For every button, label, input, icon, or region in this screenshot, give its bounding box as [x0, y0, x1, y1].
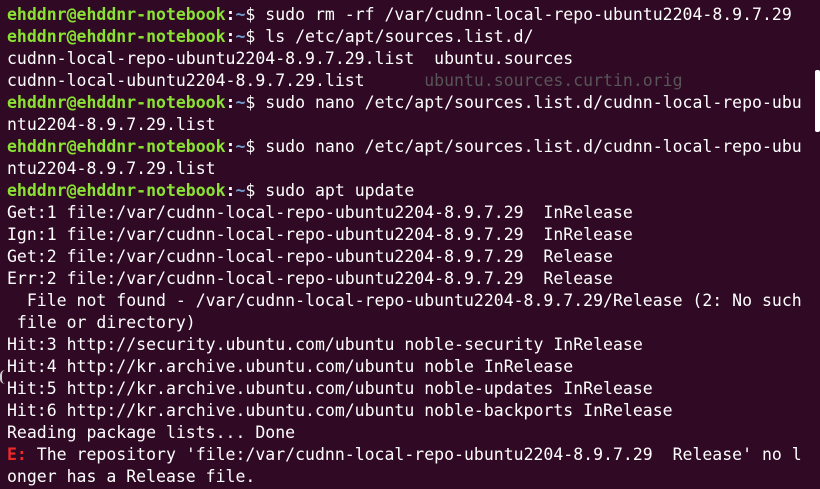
prompt-dollar: $: [245, 137, 256, 156]
error-line: E: The repository 'file:/var/cudnn-local…: [7, 444, 820, 466]
output-line: file or directory): [7, 312, 820, 334]
prompt-user-host: ehddnr@ehddnr-notebook: [7, 181, 226, 200]
terminal-output: ehddnr@ehddnr-notebook:~$ sudo rm -rf /v…: [7, 4, 820, 488]
prompt-dollar: $: [245, 5, 256, 24]
prompt-colon: :: [225, 93, 236, 112]
prompt-user-host: ehddnr@ehddnr-notebook: [7, 27, 226, 46]
prompt-line: ehddnr@ehddnr-notebook:~$ sudo apt updat…: [7, 180, 820, 202]
prompt-dollar: $: [245, 181, 256, 200]
prompt-colon: :: [225, 5, 236, 24]
output-line: Reading package lists... Done: [7, 422, 820, 444]
scrollbar[interactable]: [815, 0, 820, 489]
command-text: sudo nano /etc/apt/sources.list.d/cudnn-…: [255, 137, 802, 156]
output-line: Get:2 file:/var/cudnn-local-repo-ubuntu2…: [7, 246, 820, 268]
output-line: Hit:3 http://security.ubuntu.com/ubuntu …: [7, 334, 820, 356]
output-line: Get:1 file:/var/cudnn-local-repo-ubuntu2…: [7, 202, 820, 224]
output-line: Hit:5 http://kr.archive.ubuntu.com/ubunt…: [7, 378, 820, 400]
command-text: sudo rm -rf /var/cudnn-local-repo-ubuntu…: [255, 5, 792, 24]
output-text: Err:2 file:/var/cudnn-local-repo-ubuntu2…: [7, 269, 613, 288]
output-text: The repository 'file:/var/cudnn-local-re…: [26, 445, 802, 464]
prompt-colon: :: [225, 181, 236, 200]
output-line: Hit:4 http://kr.archive.ubuntu.com/ubunt…: [7, 356, 820, 378]
prompt-dollar: $: [245, 27, 256, 46]
output-text: Hit:4 http://kr.archive.ubuntu.com/ubunt…: [7, 357, 574, 376]
prompt-line: ehddnr@ehddnr-notebook:~$ sudo nano /etc…: [7, 92, 820, 114]
output-text: Ign:1 file:/var/cudnn-local-repo-ubuntu2…: [7, 225, 633, 244]
terminal-window[interactable]: ehddnr@ehddnr-notebook:~$ sudo rm -rf /v…: [0, 0, 820, 489]
error-prefix: E:: [7, 445, 27, 464]
prompt-user-host: ehddnr@ehddnr-notebook: [7, 5, 226, 24]
output-text: Get:2 file:/var/cudnn-local-repo-ubuntu2…: [7, 247, 613, 266]
output-line: cudnn-local-repo-ubuntu2204-8.9.7.29.lis…: [7, 48, 820, 70]
output-text: ntu2204-8.9.7.29.list: [7, 115, 216, 134]
command-text: sudo apt update: [255, 181, 415, 200]
output-text: File not found - /var/cudnn-local-repo-u…: [7, 291, 802, 310]
resize-handle[interactable]: [0, 370, 5, 384]
command-text: sudo nano /etc/apt/sources.list.d/cudnn-…: [255, 93, 802, 112]
output-text: cudnn-local-ubuntu2204-8.9.7.29.list: [7, 71, 425, 90]
prompt-line: ehddnr@ehddnr-notebook:~$ ls /etc/apt/so…: [7, 26, 820, 48]
output-line: cudnn-local-ubuntu2204-8.9.7.29.list ubu…: [7, 70, 820, 92]
prompt-colon: :: [225, 137, 236, 156]
prompt-path: ~: [235, 137, 246, 156]
output-line: Err:2 file:/var/cudnn-local-repo-ubuntu2…: [7, 268, 820, 290]
output-text: Hit:6 http://kr.archive.ubuntu.com/ubunt…: [7, 401, 673, 420]
output-line: Hit:6 http://kr.archive.ubuntu.com/ubunt…: [7, 400, 820, 422]
command-text: ls /etc/apt/sources.list.d/: [255, 27, 534, 46]
output-text: Hit:5 http://kr.archive.ubuntu.com/ubunt…: [7, 379, 653, 398]
output-line: ntu2204-8.9.7.29.list: [7, 158, 820, 180]
prompt-user-host: ehddnr@ehddnr-notebook: [7, 93, 226, 112]
output-text: ntu2204-8.9.7.29.list: [7, 159, 216, 178]
output-text: onger has a Release file.: [7, 467, 256, 486]
output-line: Ign:1 file:/var/cudnn-local-repo-ubuntu2…: [7, 224, 820, 246]
dimmed-filename: ubuntu.sources.curtin.orig: [424, 71, 683, 90]
prompt-path: ~: [235, 93, 246, 112]
output-text: Reading package lists... Done: [7, 423, 296, 442]
output-text: cudnn-local-repo-ubuntu2204-8.9.7.29.lis…: [7, 49, 574, 68]
prompt-path: ~: [235, 5, 246, 24]
output-text: Get:1 file:/var/cudnn-local-repo-ubuntu2…: [7, 203, 633, 222]
prompt-path: ~: [235, 27, 246, 46]
scrollbar-thumb[interactable]: [815, 70, 820, 132]
prompt-colon: :: [225, 27, 236, 46]
prompt-line: ehddnr@ehddnr-notebook:~$ sudo nano /etc…: [7, 136, 820, 158]
output-line: File not found - /var/cudnn-local-repo-u…: [7, 290, 820, 312]
output-text: file or directory): [7, 313, 196, 332]
prompt-user-host: ehddnr@ehddnr-notebook: [7, 137, 226, 156]
output-text: Hit:3 http://security.ubuntu.com/ubuntu …: [7, 335, 643, 354]
output-line: ntu2204-8.9.7.29.list: [7, 114, 820, 136]
prompt-dollar: $: [245, 93, 256, 112]
output-line: onger has a Release file.: [7, 466, 820, 488]
prompt-path: ~: [235, 181, 246, 200]
prompt-line: ehddnr@ehddnr-notebook:~$ sudo rm -rf /v…: [7, 4, 820, 26]
